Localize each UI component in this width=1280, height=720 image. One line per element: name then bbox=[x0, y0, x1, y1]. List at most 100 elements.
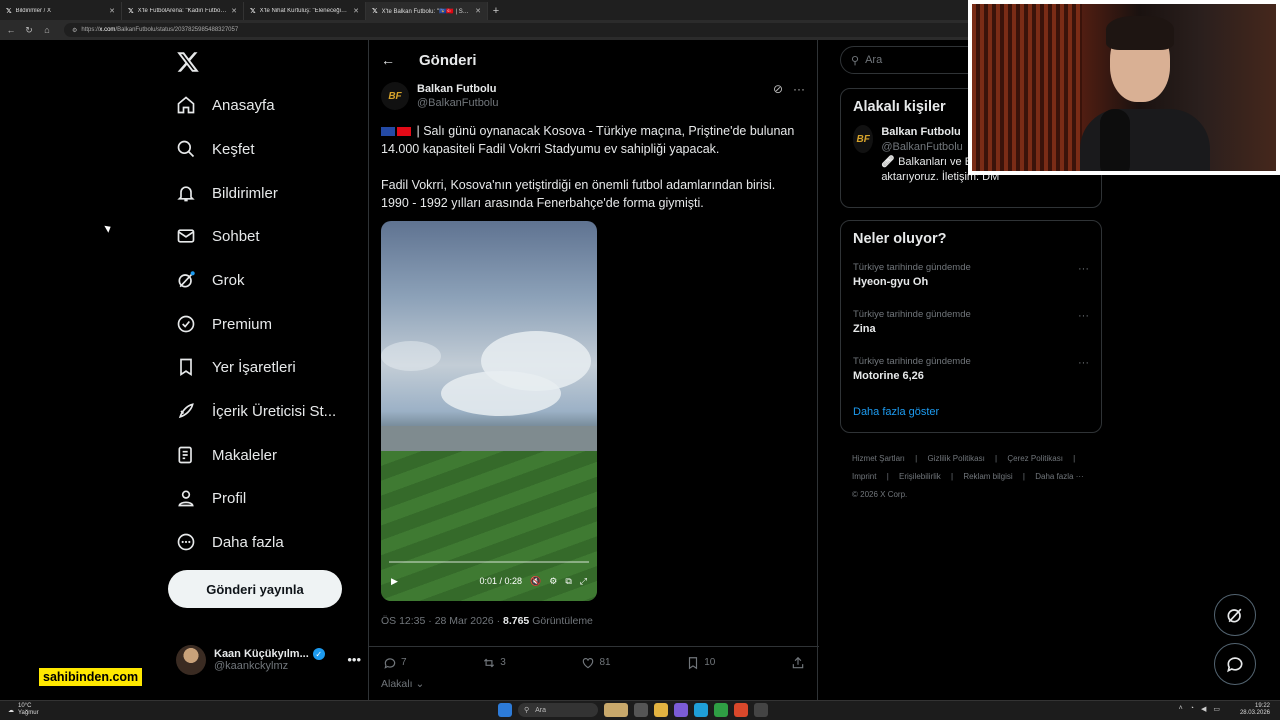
post-meta: ÖS 12:35 · 28 Mar 2026 · 8.765 Görüntüle… bbox=[381, 615, 593, 627]
taskbar-search[interactable]: ⚲ Ara bbox=[518, 703, 598, 717]
nav-item-bookmarks[interactable]: Yer İşaretleri bbox=[176, 351, 296, 383]
browser-tab[interactable]: 𝕏 Bildirimler / X ✕ bbox=[0, 2, 122, 20]
chat-floating-button[interactable] bbox=[1214, 643, 1256, 685]
footer-link[interactable]: Imprint bbox=[852, 472, 876, 481]
show-more-link[interactable]: Daha fazla göster bbox=[841, 398, 1101, 432]
home-icon[interactable]: ⌂ bbox=[42, 25, 52, 35]
task-view-icon[interactable] bbox=[634, 703, 648, 717]
author-handle[interactable]: @BalkanFutbolu bbox=[417, 96, 499, 110]
grok-floating-button[interactable] bbox=[1214, 594, 1256, 636]
nav-item-messages[interactable]: Sohbet bbox=[176, 220, 260, 252]
post-author[interactable]: BF Balkan Futbolu @BalkanFutbolu bbox=[381, 82, 499, 110]
more-dots-icon[interactable]: ··· bbox=[1078, 263, 1089, 275]
weather-widget[interactable]: ☁ 10°C Yağmur bbox=[8, 703, 39, 717]
footer-link[interactable]: Hizmet Şartları bbox=[852, 454, 905, 463]
copyright: © 2026 X Corp. bbox=[852, 490, 908, 499]
more-dots-icon[interactable]: ··· bbox=[1078, 310, 1089, 322]
back-icon[interactable]: ← bbox=[6, 25, 16, 35]
settings-icon[interactable]: ⚙ bbox=[549, 576, 557, 587]
close-tab-icon[interactable]: ✕ bbox=[475, 7, 481, 15]
site-info-icon[interactable]: ⚙ bbox=[72, 27, 77, 34]
grok-icon[interactable]: ⊘ bbox=[773, 82, 783, 96]
fullscreen-icon[interactable]: ⤢ bbox=[580, 576, 587, 587]
avatar bbox=[176, 645, 206, 675]
nav-item-profile[interactable]: Profil bbox=[176, 482, 246, 514]
nav-item-articles[interactable]: Makaleler bbox=[176, 439, 277, 471]
search-icon: ⚲ bbox=[851, 54, 860, 67]
footer-link[interactable]: Çerez Politikası bbox=[1007, 454, 1063, 463]
clock[interactable]: 19:22 28.03.2026 bbox=[1240, 703, 1270, 717]
video-player[interactable]: ▶ 0:01 / 0:28 🔇 ⚙ ⧉ ⤢ bbox=[381, 221, 597, 601]
browser-tab[interactable]: 𝕏 X'te Nihat Kurtuluş: "Eleneceğiz ke ✕ bbox=[244, 2, 366, 20]
app-icon[interactable] bbox=[734, 703, 748, 717]
file-explorer-icon[interactable] bbox=[654, 703, 668, 717]
chevron-up-icon[interactable]: ˄ bbox=[1179, 705, 1183, 713]
close-tab-icon[interactable]: ✕ bbox=[109, 7, 115, 15]
chrome-icon[interactable] bbox=[714, 703, 728, 717]
nav-item-explore[interactable]: Keşfet bbox=[176, 133, 255, 165]
repost-button[interactable]: 3 bbox=[482, 656, 506, 670]
play-icon[interactable]: ▶ bbox=[391, 576, 398, 587]
grok-icon bbox=[1227, 608, 1242, 623]
x-favicon-icon: 𝕏 bbox=[250, 8, 256, 15]
bookmark-count: 10 bbox=[704, 657, 716, 668]
like-button[interactable]: 81 bbox=[581, 656, 611, 670]
nav-item-home[interactable]: Anasayfa bbox=[176, 89, 275, 121]
browser-tab[interactable]: 𝕏 X'te FutbolArena: "Kadın Futbol Sü ✕ bbox=[122, 2, 244, 20]
trend-name: Zina bbox=[853, 323, 876, 335]
more-dots-icon[interactable]: ··· bbox=[793, 82, 805, 96]
x-logo-icon[interactable] bbox=[176, 50, 200, 74]
close-tab-icon[interactable]: ✕ bbox=[353, 7, 359, 15]
close-tab-icon[interactable]: ✕ bbox=[231, 7, 237, 15]
streamer-hair bbox=[1106, 16, 1174, 50]
more-dots-icon[interactable]: ··· bbox=[1078, 357, 1089, 369]
repost-icon bbox=[484, 658, 495, 667]
related-dropdown[interactable]: Alakalı ⌄ bbox=[381, 678, 424, 690]
post-paragraph: | Salı günü oynanacak Kosova - Türkiye m… bbox=[381, 124, 795, 156]
pip-icon[interactable]: ⧉ bbox=[565, 576, 571, 587]
share-icon bbox=[792, 656, 804, 668]
browser-tab-active[interactable]: 𝕏 X'te Balkan Futbolu: "🇽🇰🇹🇷 | Salı gü ✕ bbox=[366, 2, 488, 20]
reload-icon[interactable]: ↻ bbox=[24, 25, 34, 36]
trend-item[interactable]: Türkiye tarihinde gündemde Zina ··· bbox=[841, 304, 1101, 351]
app-icon[interactable] bbox=[674, 703, 688, 717]
more-dots-icon[interactable]: ••• bbox=[347, 652, 361, 667]
post-button[interactable]: Gönderi yayınla bbox=[168, 570, 342, 608]
wood-slat-wall bbox=[972, 4, 1082, 171]
verified-icon bbox=[177, 315, 195, 333]
wifi-icon[interactable]: ◔ bbox=[1190, 705, 1194, 713]
nav-label: Profil bbox=[212, 489, 247, 507]
trend-item[interactable]: Türkiye tarihinde gündemde Motorine 6,26… bbox=[841, 351, 1101, 398]
nav-item-creator-studio[interactable]: İçerik Üreticisi St... bbox=[176, 395, 336, 427]
nav-item-notifications[interactable]: Bildirimler bbox=[176, 177, 278, 209]
account-switcher[interactable]: Kaan Küçükyılm... ✓ @kaankckylmz ••• bbox=[176, 640, 361, 680]
volume-icon[interactable]: ◀ bbox=[1201, 705, 1206, 713]
share-button[interactable] bbox=[791, 656, 805, 670]
footer-link[interactable]: Daha fazla ··· bbox=[1035, 472, 1083, 481]
battery-icon[interactable]: ▭ bbox=[1213, 705, 1220, 713]
nav-item-more[interactable]: Daha fazla bbox=[176, 526, 284, 558]
nav-item-premium[interactable]: Premium bbox=[176, 308, 272, 340]
mute-icon[interactable]: 🔇 bbox=[530, 576, 541, 587]
trend-item[interactable]: Türkiye tarihinde gündemde Hyeon-gyu Oh … bbox=[841, 257, 1101, 304]
widget-icon[interactable] bbox=[604, 703, 628, 717]
start-icon[interactable] bbox=[498, 703, 512, 717]
nav-item-grok[interactable]: Grok bbox=[176, 264, 245, 296]
video-time: 0:01 / 0:28 bbox=[479, 576, 523, 586]
footer-link[interactable]: Reklam bilgisi bbox=[963, 472, 1012, 481]
nav-label: İçerik Üreticisi St... bbox=[212, 402, 337, 420]
bookmark-button[interactable]: 10 bbox=[686, 656, 715, 670]
post-timestamp[interactable]: ÖS 12:35 · 28 Mar 2026 · bbox=[381, 615, 500, 627]
account-handle: @kaankckylmz bbox=[214, 660, 289, 672]
reply-button[interactable]: 7 bbox=[383, 656, 407, 670]
back-arrow-icon[interactable]: ← bbox=[381, 52, 395, 68]
obs-icon[interactable] bbox=[754, 703, 768, 717]
footer-link[interactable]: Gizlilik Politikası bbox=[927, 454, 984, 463]
new-tab-icon[interactable]: + bbox=[488, 2, 504, 20]
author-name[interactable]: Balkan Futbolu bbox=[417, 82, 499, 96]
author-avatar[interactable]: BF bbox=[381, 82, 409, 110]
trend-name: Hyeon-gyu Oh bbox=[853, 276, 929, 288]
url-field[interactable]: ⚙ https://x.com/BalkanFutbolu/status/203… bbox=[64, 23, 1024, 37]
edge-icon[interactable] bbox=[694, 703, 708, 717]
footer-link[interactable]: Erişilebilirlik bbox=[899, 472, 941, 481]
